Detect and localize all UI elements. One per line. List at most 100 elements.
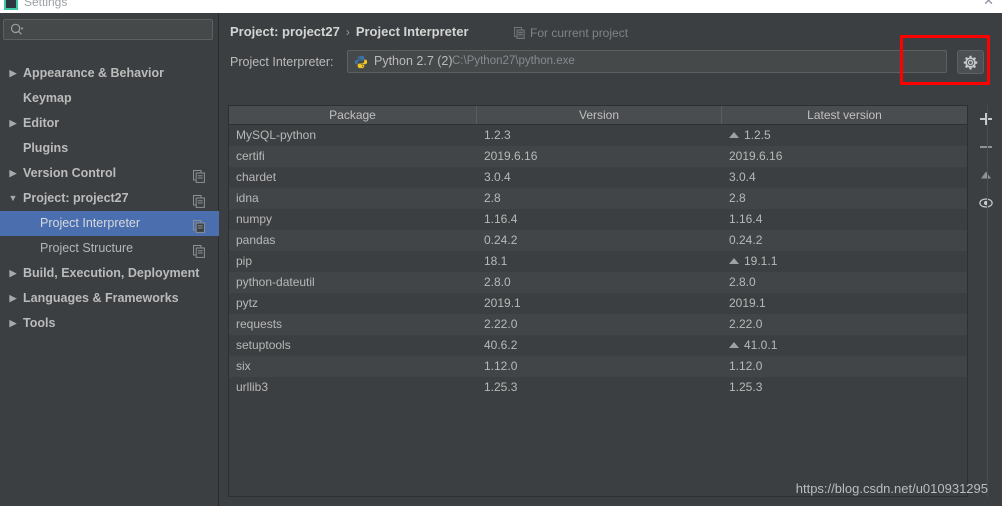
table-row[interactable]: chardet 3.0.4 3.0.4 bbox=[229, 167, 967, 188]
chevron-right-icon[interactable]: ▶ bbox=[7, 286, 19, 311]
cell-package: requests bbox=[236, 317, 283, 331]
table-row[interactable]: python-dateutil 2.8.0 2.8.0 bbox=[229, 272, 967, 293]
sidebar-item-editor[interactable]: ▶ Editor bbox=[0, 111, 219, 136]
table-row[interactable]: pip 18.1 19.1.1 bbox=[229, 251, 967, 272]
sidebar-item-label: Version Control bbox=[23, 166, 117, 180]
upgrade-available-icon bbox=[729, 258, 739, 264]
cell-package: python-dateutil bbox=[236, 275, 315, 289]
cell-package: numpy bbox=[236, 212, 273, 226]
cell-latest-version: 41.0.1 bbox=[722, 335, 967, 356]
cell-latest-version: 1.25.3 bbox=[722, 377, 967, 398]
sidebar-item-build-execution-deployment[interactable]: ▶ Build, Execution, Deployment bbox=[0, 261, 219, 286]
latest-version-text: 3.0.4 bbox=[729, 170, 756, 184]
sidebar-item-project-interpreter[interactable]: Project Interpreter bbox=[0, 211, 219, 236]
sidebar-item-label: Editor bbox=[23, 116, 60, 130]
cell-latest-version: 2.22.0 bbox=[722, 314, 967, 335]
gear-icon bbox=[963, 55, 978, 70]
latest-version-text: 2.8.0 bbox=[729, 275, 756, 289]
chevron-right-icon[interactable]: ▶ bbox=[7, 61, 19, 86]
latest-version-text: 2.8 bbox=[729, 191, 746, 205]
latest-version-text: 41.0.1 bbox=[744, 338, 778, 352]
table-row[interactable]: pandas 0.24.2 0.24.2 bbox=[229, 230, 967, 251]
table-row[interactable]: certifi 2019.6.16 2019.6.16 bbox=[229, 146, 967, 167]
settings-window-icon bbox=[4, 0, 18, 10]
cell-latest-version: 1.16.4 bbox=[722, 209, 967, 230]
sidebar-item-tools[interactable]: ▶ Tools bbox=[0, 311, 219, 336]
copy-icon bbox=[514, 27, 525, 39]
settings-content: Project: project27 › Project Interpreter F… bbox=[220, 13, 1002, 506]
column-header-package[interactable]: Package bbox=[229, 106, 477, 124]
cell-version: 18.1 bbox=[484, 254, 508, 268]
cell-version: 2.8 bbox=[484, 191, 501, 205]
cell-version: 0.24.2 bbox=[484, 233, 518, 247]
table-row[interactable]: six 1.12.0 1.12.0 bbox=[229, 356, 967, 377]
remove-package-button[interactable] bbox=[972, 133, 1000, 161]
table-row[interactable]: urllib3 1.25.3 1.25.3 bbox=[229, 377, 967, 398]
chevron-down-icon[interactable]: ▼ bbox=[7, 186, 19, 211]
sidebar-item-project-project27[interactable]: ▼ Project: project27 bbox=[0, 186, 219, 211]
sidebar-item-label: Languages & Frameworks bbox=[23, 291, 179, 305]
table-row[interactable]: requests 2.22.0 2.22.0 bbox=[229, 314, 967, 335]
cell-package: urllib3 bbox=[236, 380, 269, 394]
sidebar-item-appearance-behavior[interactable]: ▶ Appearance & Behavior bbox=[0, 61, 219, 86]
sidebar-item-languages-frameworks[interactable]: ▶ Languages & Frameworks bbox=[0, 286, 219, 311]
interpreter-name: Python 2.7 (2) bbox=[374, 54, 453, 68]
column-header-version[interactable]: Version bbox=[477, 106, 722, 124]
latest-version-text: 1.25.3 bbox=[729, 380, 763, 394]
close-icon[interactable]: ✕ bbox=[983, 0, 994, 7]
sidebar-item-project-structure[interactable]: Project Structure bbox=[0, 236, 219, 261]
copy-icon bbox=[193, 192, 205, 208]
chevron-right-icon[interactable]: ▶ bbox=[7, 161, 19, 186]
table-row[interactable]: numpy 1.16.4 1.16.4 bbox=[229, 209, 967, 230]
for-current-project-note: For current project bbox=[514, 26, 628, 40]
sidebar-item-label: Keymap bbox=[23, 91, 72, 105]
sidebar-item-label: Appearance & Behavior bbox=[23, 66, 165, 80]
cell-version: 40.6.2 bbox=[484, 338, 518, 352]
cell-version: 2.22.0 bbox=[484, 317, 518, 331]
table-row[interactable]: idna 2.8 2.8 bbox=[229, 188, 967, 209]
interpreter-label: Project Interpreter: bbox=[230, 55, 334, 69]
cell-version: 1.12.0 bbox=[484, 359, 518, 373]
column-header-latest-version[interactable]: Latest version bbox=[722, 106, 967, 124]
cell-latest-version: 2.8.0 bbox=[722, 272, 967, 293]
search-box[interactable] bbox=[3, 19, 213, 40]
table-row[interactable]: setuptools 40.6.2 41.0.1 bbox=[229, 335, 967, 356]
breadcrumb-separator: › bbox=[345, 25, 350, 39]
chevron-right-icon[interactable]: ▶ bbox=[7, 261, 19, 286]
settings-tree: ▶ Appearance & Behavior Keymap ▶ Editor Plugi… bbox=[0, 61, 219, 336]
cell-version: 2.8.0 bbox=[484, 275, 511, 289]
sidebar-item-plugins[interactable]: Plugins bbox=[0, 136, 219, 161]
table-row[interactable]: MySQL-python 1.2.3 1.2.5 bbox=[229, 125, 967, 146]
sidebar-item-keymap[interactable]: Keymap bbox=[0, 86, 219, 111]
python-icon bbox=[354, 55, 368, 69]
table-row[interactable]: pytz 2019.1 2019.1 bbox=[229, 293, 967, 314]
copy-icon bbox=[193, 242, 205, 258]
cell-package: idna bbox=[236, 191, 259, 205]
for-current-project-label: For current project bbox=[530, 26, 629, 40]
copy-icon bbox=[193, 167, 205, 183]
cell-version: 1.2.3 bbox=[484, 128, 511, 142]
cell-latest-version: 1.2.5 bbox=[722, 125, 967, 146]
interpreter-dropdown[interactable]: Python 2.7 (2) C:\Python27\python.exe bbox=[347, 50, 947, 73]
latest-version-text: 2019.1 bbox=[729, 296, 766, 310]
settings-sidebar: ▶ Appearance & Behavior Keymap ▶ Editor Plugi… bbox=[0, 13, 219, 506]
cell-version: 1.25.3 bbox=[484, 380, 518, 394]
sidebar-search[interactable] bbox=[3, 19, 213, 40]
breadcrumb-root[interactable]: Project: project27 bbox=[230, 24, 340, 39]
cell-package: MySQL-python bbox=[236, 128, 317, 142]
interpreter-settings-button[interactable] bbox=[957, 50, 984, 74]
chevron-right-icon[interactable]: ▶ bbox=[7, 111, 19, 136]
show-early-releases-button[interactable] bbox=[972, 189, 1000, 217]
upgrade-package-button[interactable] bbox=[972, 161, 1000, 189]
panel-divider bbox=[987, 105, 988, 497]
breadcrumb-leaf: Project Interpreter bbox=[355, 24, 469, 39]
add-package-button[interactable] bbox=[972, 105, 1000, 133]
sidebar-item-label: Project: project27 bbox=[23, 191, 129, 205]
sidebar-item-version-control[interactable]: ▶ Version Control bbox=[0, 161, 219, 186]
cell-package: chardet bbox=[236, 170, 277, 184]
cell-package: pandas bbox=[236, 233, 276, 247]
search-input[interactable] bbox=[30, 20, 210, 39]
chevron-right-icon[interactable]: ▶ bbox=[7, 311, 19, 336]
latest-version-text: 0.24.2 bbox=[729, 233, 763, 247]
cell-package: six bbox=[236, 359, 251, 373]
